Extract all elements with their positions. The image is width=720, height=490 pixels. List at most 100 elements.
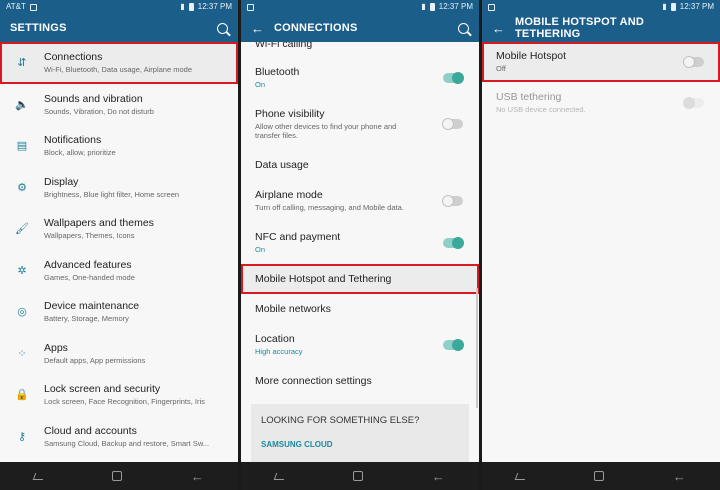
page-title: SETTINGS	[10, 22, 67, 34]
settings-item-apps[interactable]: ⁘ Apps Default apps, App permissions	[0, 333, 238, 375]
connections-item-data-usage[interactable]: Data usage	[241, 150, 479, 180]
settings-item-title: Advanced features	[44, 258, 132, 271]
settings-item-subtitle: Block, allow, prioritize	[44, 148, 116, 158]
signal-icon: ▮	[180, 2, 185, 11]
settings-item-title: Notifications	[44, 134, 102, 147]
home-icon[interactable]	[112, 471, 123, 481]
nav-bar: ←	[482, 462, 720, 490]
hotspot-item-subtitle: No USB device connected.	[496, 105, 586, 115]
settings-item-subtitle: Brightness, Blue light filter, Home scre…	[44, 189, 180, 199]
connections-item-title: Bluetooth	[255, 66, 300, 79]
connections-list: Wi-Fi calling Bluetooth On Phone visibil…	[241, 42, 479, 462]
settings-item-title: Device maintenance	[44, 300, 140, 313]
connections-item-phone-visibility[interactable]: Phone visibility Allow other devices to …	[241, 98, 479, 150]
status-bar: ▮ 12:37 PM	[241, 0, 479, 14]
recent-apps-icon[interactable]	[514, 472, 528, 480]
recent-apps-icon[interactable]	[273, 472, 287, 480]
settings-screen: AT&T ▮ 12:37 PM SETTINGS ⇵ Connections Wi…	[0, 0, 238, 490]
settings-item-device-maintenance[interactable]: ◎ Device maintenance Battery, Storage, M…	[0, 291, 238, 333]
nfc-toggle[interactable]	[443, 237, 464, 249]
settings-item-subtitle: Battery, Storage, Memory	[44, 314, 129, 324]
location-toggle[interactable]	[443, 339, 464, 351]
brush-icon: 🖌	[15, 223, 29, 236]
connections-item-nfc[interactable]: NFC and payment On	[241, 222, 479, 264]
hotspot-item-title: Mobile Hotspot	[496, 50, 567, 63]
connections-item-title: NFC and payment	[255, 231, 341, 244]
settings-item-cloud[interactable]: ⚷ Cloud and accounts Samsung Cloud, Back…	[0, 416, 238, 458]
back-nav-icon[interactable]: ←	[191, 470, 204, 483]
page-title: CONNECTIONS	[274, 22, 358, 34]
maintenance-icon: ◎	[17, 306, 27, 319]
airplane-mode-toggle[interactable]	[442, 195, 463, 207]
settings-item-title: Sounds and vibration	[44, 92, 143, 105]
scrollbar[interactable]	[476, 288, 478, 408]
usb-tethering-toggle	[683, 97, 704, 109]
display-icon: ⚙	[17, 181, 27, 194]
battery-icon	[188, 3, 194, 11]
phone-visibility-toggle[interactable]	[442, 118, 463, 130]
connections-item-bluetooth[interactable]: Bluetooth On	[241, 58, 479, 98]
clock: 12:37 PM	[197, 2, 232, 11]
back-nav-icon[interactable]: ←	[673, 470, 686, 483]
home-icon[interactable]	[353, 471, 364, 481]
clock: 12:37 PM	[679, 2, 714, 11]
connections-item-subtitle: Allow other devices to find your phone a…	[255, 121, 397, 140]
hotspot-item-usb-tethering: USB tethering No USB device connected.	[482, 82, 720, 124]
samsung-cloud-link[interactable]: SAMSUNG CLOUD	[261, 440, 459, 449]
hotspot-item-subtitle: Off	[496, 64, 506, 74]
back-arrow-icon[interactable]: ←	[492, 22, 505, 35]
app-bar: SETTINGS	[0, 14, 238, 42]
connections-item-location[interactable]: Location High accuracy	[241, 324, 479, 366]
settings-item-title: Apps	[44, 341, 68, 354]
mobile-hotspot-toggle[interactable]	[683, 56, 704, 68]
gear-plus-icon: ✲	[17, 264, 27, 277]
bluetooth-toggle[interactable]	[443, 72, 464, 84]
recent-apps-icon[interactable]	[32, 472, 46, 480]
page-title: MOBILE HOTSPOT AND TETHERING	[515, 16, 645, 40]
looking-title: LOOKING FOR SOMETHING ELSE?	[261, 415, 420, 426]
connections-icon: ⇵	[17, 57, 27, 70]
settings-item-advanced[interactable]: ✲ Advanced features Games, One-handed mo…	[0, 250, 238, 292]
back-nav-icon[interactable]: ←	[432, 470, 445, 483]
connections-item-title: Mobile networks	[255, 303, 331, 315]
connections-item-airplane-mode[interactable]: Airplane mode Turn off calling, messagin…	[241, 180, 479, 222]
settings-item-notifications[interactable]: ▤ Notifications Block, allow, prioritize	[0, 125, 238, 167]
search-icon[interactable]	[458, 22, 469, 34]
connections-screen: ▮ 12:37 PM ← CONNECTIONS Wi-Fi calling Bl…	[241, 0, 479, 490]
home-icon[interactable]	[594, 471, 605, 481]
key-icon: ⚷	[17, 430, 27, 443]
connections-item-wifi-calling[interactable]: Wi-Fi calling	[241, 42, 479, 50]
connections-item-title: Location	[255, 333, 295, 346]
connections-item-title: Phone visibility	[255, 107, 325, 120]
connections-item-mobile-networks[interactable]: Mobile networks	[241, 294, 479, 324]
connections-item-mobile-hotspot[interactable]: Mobile Hotspot and Tethering	[241, 264, 479, 294]
connections-item-title: Mobile Hotspot and Tethering	[255, 273, 392, 285]
hotspot-item-mobile-hotspot[interactable]: Mobile Hotspot Off	[482, 42, 720, 82]
settings-list: ⇵ Connections Wi-Fi, Bluetooth, Data usa…	[0, 42, 238, 462]
settings-item-title: Connections	[44, 51, 103, 64]
signal-icon: ▮	[662, 2, 667, 11]
settings-item-display[interactable]: ⚙ Display Brightness, Blue light filter,…	[0, 167, 238, 209]
connections-item-more-settings[interactable]: More connection settings	[241, 366, 479, 396]
search-icon[interactable]	[217, 22, 228, 34]
settings-item-title: Wallpapers and themes	[44, 217, 154, 230]
settings-item-connections[interactable]: ⇵ Connections Wi-Fi, Bluetooth, Data usa…	[0, 42, 238, 84]
settings-item-title: Display	[44, 175, 79, 188]
hotspot-screen: ▮ 12:37 PM ← MOBILE HOTSPOT AND TETHERING…	[482, 0, 720, 490]
settings-item-wallpapers[interactable]: 🖌 Wallpapers and themes Wallpapers, Them…	[0, 208, 238, 250]
notification-icon	[488, 3, 495, 11]
status-bar: ▮ 12:37 PM	[482, 0, 720, 14]
connections-item-title: More connection settings	[255, 375, 372, 387]
settings-item-subtitle: Lock screen, Face Recognition, Fingerpri…	[44, 397, 205, 407]
looking-for-something-card: LOOKING FOR SOMETHING ELSE? SAMSUNG CLOU…	[251, 404, 469, 462]
connections-item-subtitle: Turn off calling, messaging, and Mobile …	[255, 203, 404, 213]
app-bar: ← CONNECTIONS	[241, 14, 479, 42]
signal-icon: ▮	[421, 2, 426, 11]
app-bar: ← MOBILE HOTSPOT AND TETHERING	[482, 14, 720, 42]
connections-item-subtitle: On	[255, 80, 266, 90]
notifications-icon: ▤	[16, 140, 28, 153]
settings-item-sounds[interactable]: 🔈 Sounds and vibration Sounds, Vibration…	[0, 84, 238, 126]
back-arrow-icon[interactable]: ←	[251, 22, 264, 35]
hotspot-item-title: USB tethering	[496, 91, 562, 104]
settings-item-lock-screen[interactable]: 🔒 Lock screen and security Lock screen, …	[0, 374, 238, 416]
